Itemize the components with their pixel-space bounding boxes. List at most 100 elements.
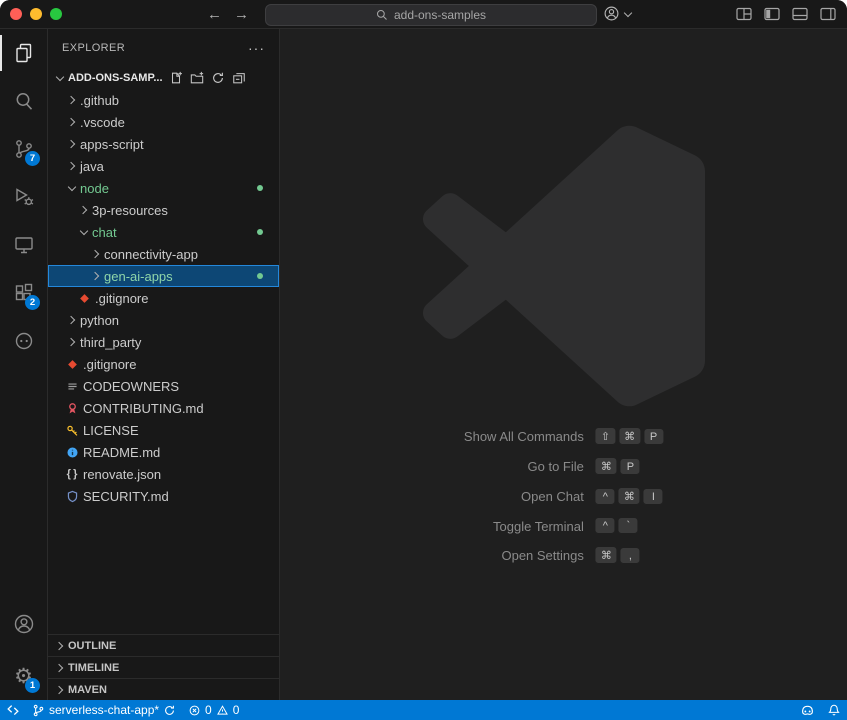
tree-item-3p-resources[interactable]: 3p-resources <box>48 199 279 221</box>
key-cap: ^ <box>596 489 615 505</box>
explorer-title: EXPLORER <box>62 42 125 54</box>
activitybar-remote-explorer[interactable] <box>0 221 47 269</box>
activitybar-copilot[interactable] <box>0 317 47 365</box>
tree-item-apps-script[interactable]: apps-script <box>48 133 279 155</box>
key-cap: ⇧ <box>596 428 615 445</box>
copilot-icon <box>12 329 36 353</box>
tree-item-gen-ai-apps[interactable]: gen-ai-apps <box>48 265 279 287</box>
customize-layout-icon[interactable] <box>735 5 753 23</box>
branch-icon <box>32 704 45 717</box>
notifications[interactable] <box>821 700 847 720</box>
section-label: TIMELINE <box>68 662 119 674</box>
chevron-right-icon <box>64 136 80 152</box>
key-cap: P <box>644 429 663 445</box>
forward-icon[interactable]: → <box>234 6 249 23</box>
toggle-primary-sidebar-icon[interactable] <box>763 5 781 23</box>
tree-item-chat[interactable]: chat <box>48 221 279 243</box>
key-cap: ^ <box>596 518 615 534</box>
ribbon-icon <box>64 400 80 416</box>
tree-item-codeowners[interactable]: CODEOWNERS <box>48 375 279 397</box>
close-window-button[interactable] <box>10 8 22 20</box>
status-bar: serverless-chat-app* 0 0 <box>0 700 847 720</box>
shortcut-keys: ⌘, <box>596 547 663 564</box>
vscode-logo-watermark <box>423 125 705 407</box>
keyboard-shortcut-hints: Show All Commands ⇧⌘P Go to File ⌘P Open… <box>464 428 663 564</box>
shield-icon <box>64 488 80 504</box>
shortcut-keys: ⌘P <box>596 458 663 475</box>
profile-menu[interactable] <box>603 5 633 22</box>
project-name: ADD-ONS-SAMP... <box>68 72 163 84</box>
section-maven[interactable]: MAVEN <box>48 678 279 700</box>
warnings-icon <box>216 704 229 717</box>
git-branch-status[interactable]: serverless-chat-app* <box>26 700 182 720</box>
activitybar-extensions[interactable]: 2 <box>0 269 47 317</box>
tree-item-third-party[interactable]: third_party <box>48 331 279 353</box>
collapse-all-icon[interactable] <box>232 71 246 85</box>
shortcut-label: Open Chat <box>464 489 584 504</box>
activitybar-account[interactable] <box>0 600 47 648</box>
new-folder-icon[interactable] <box>190 71 204 85</box>
command-center-search[interactable]: add-ons-samples <box>265 4 597 26</box>
chevron-right-icon <box>52 682 68 698</box>
tree-item-label: node <box>80 181 109 196</box>
key-cap: ⌘ <box>619 488 640 505</box>
copilot-status[interactable] <box>794 700 821 720</box>
tree-item-connectivity-app[interactable]: connectivity-app <box>48 243 279 265</box>
tree-item-license[interactable]: LICENSE <box>48 419 279 441</box>
section-label: OUTLINE <box>68 640 116 652</box>
activitybar-settings[interactable]: ⚙ 1 <box>0 652 47 700</box>
chevron-right-icon <box>64 312 80 328</box>
tree-item-label: apps-script <box>80 137 144 152</box>
section-timeline[interactable]: TIMELINE <box>48 656 279 678</box>
more-actions-icon[interactable]: ··· <box>248 40 265 56</box>
maximize-window-button[interactable] <box>50 8 62 20</box>
activitybar-search[interactable] <box>0 77 47 125</box>
section-outline[interactable]: OUTLINE <box>48 634 279 656</box>
remote-icon <box>6 703 20 717</box>
new-file-icon[interactable] <box>169 71 183 85</box>
sidebar-sections: OUTLINE TIMELINE MAVEN <box>48 634 279 700</box>
tree-item-label: SECURITY.md <box>83 489 169 504</box>
tree-item-readme[interactable]: README.md <box>48 441 279 463</box>
activitybar-source-control[interactable]: 7 <box>0 125 47 173</box>
problems-status[interactable]: 0 0 <box>182 700 245 720</box>
chevron-right-icon <box>52 638 68 654</box>
shortcut-label: Show All Commands <box>464 429 584 444</box>
account-icon <box>603 5 620 22</box>
tree-item-java[interactable]: java <box>48 155 279 177</box>
remote-explorer-icon <box>12 233 36 257</box>
toggle-secondary-sidebar-icon[interactable] <box>819 5 837 23</box>
refresh-icon[interactable] <box>211 71 225 85</box>
tree-item-contributing[interactable]: CONTRIBUTING.md <box>48 397 279 419</box>
tree-item-node[interactable]: node <box>48 177 279 199</box>
tree-item-label: LICENSE <box>83 423 139 438</box>
key-cap: ⌘ <box>596 458 617 475</box>
bell-icon <box>827 703 841 717</box>
project-root-row[interactable]: ADD-ONS-SAMP... <box>48 67 279 89</box>
remote-indicator[interactable] <box>0 700 26 720</box>
tree-item-gitignore-root[interactable]: .gitignore <box>48 353 279 375</box>
tree-item-vscode[interactable]: .vscode <box>48 111 279 133</box>
chevron-down-icon <box>623 9 633 19</box>
key-cap: , <box>621 548 640 564</box>
shortcut-label: Go to File <box>464 459 584 474</box>
chevron-down-icon <box>76 224 92 240</box>
copilot-icon <box>800 703 815 718</box>
minimize-window-button[interactable] <box>30 8 42 20</box>
chevron-right-icon <box>64 334 80 350</box>
tree-item-renovate[interactable]: { }renovate.json <box>48 463 279 485</box>
activitybar-run-debug[interactable] <box>0 173 47 221</box>
back-icon[interactable]: ← <box>207 6 222 23</box>
git-file-icon <box>64 356 80 372</box>
tree-item-gitignore-node[interactable]: .gitignore <box>48 287 279 309</box>
chevron-right-icon <box>64 114 80 130</box>
tree-item-python[interactable]: python <box>48 309 279 331</box>
git-modified-dot <box>257 229 263 235</box>
key-cap: ⌘ <box>596 547 617 564</box>
tree-item-label: CONTRIBUTING.md <box>83 401 204 416</box>
tree-item-label: .gitignore <box>83 357 136 372</box>
tree-item-github[interactable]: .github <box>48 89 279 111</box>
tree-item-security[interactable]: SECURITY.md <box>48 485 279 507</box>
activitybar-explorer[interactable] <box>0 29 47 77</box>
toggle-panel-icon[interactable] <box>791 5 809 23</box>
